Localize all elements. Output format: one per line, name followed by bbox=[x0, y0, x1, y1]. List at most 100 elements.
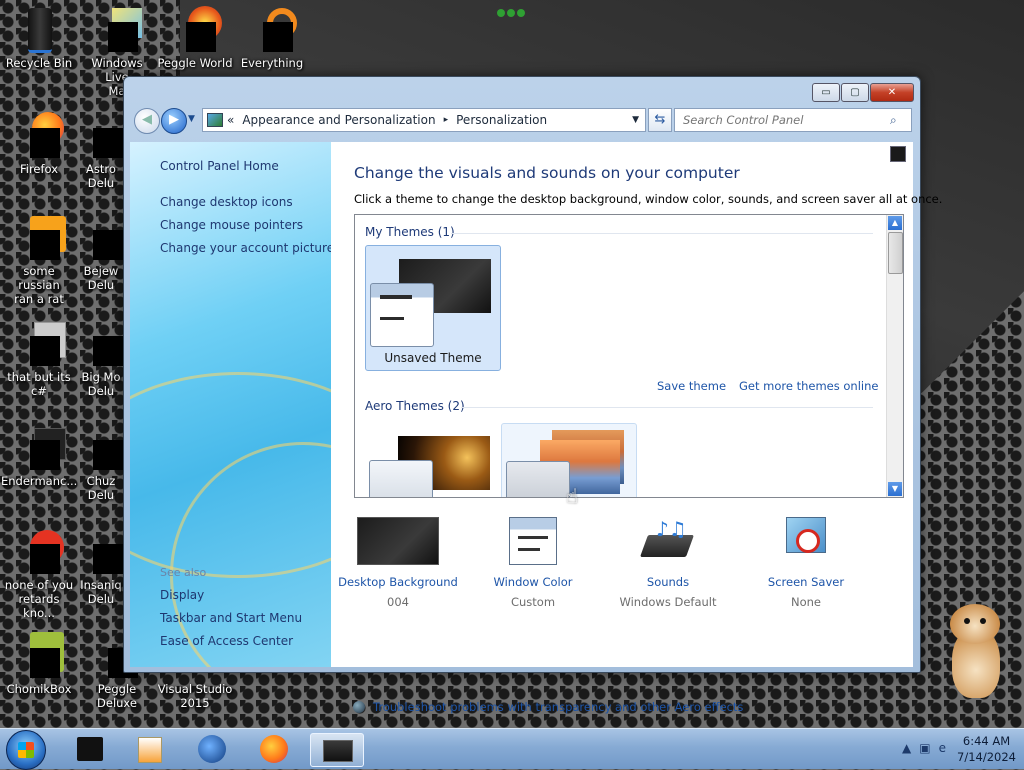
notification-area: ▲ ▣ e bbox=[902, 741, 946, 755]
breadcrumb-separator[interactable]: ▸ bbox=[444, 115, 449, 125]
ease-of-access-link[interactable]: Ease of Access Center bbox=[160, 634, 293, 648]
desktop-icon-bejeweled[interactable]: Bejew Delu bbox=[79, 214, 123, 292]
screen-saver-setting[interactable]: Screen Saver None bbox=[741, 517, 871, 609]
window-color-label: Window Color bbox=[493, 575, 573, 589]
firefox-icon bbox=[16, 112, 64, 158]
breadcrumb-overflow[interactable]: « bbox=[227, 113, 234, 127]
show-hidden-icons-button[interactable]: ▲ bbox=[902, 741, 911, 755]
back-button[interactable]: ◀ bbox=[134, 108, 160, 134]
search-input[interactable] bbox=[681, 112, 890, 128]
refresh-icon: ⇆ bbox=[654, 112, 666, 127]
desktop-icon-chomikbox[interactable]: ChomikBox bbox=[1, 632, 77, 696]
troubleshoot-label: Troubleshoot problems with transparency … bbox=[373, 700, 744, 714]
get-more-themes-link[interactable]: Get more themes online bbox=[739, 379, 878, 393]
recycle-bin-icon bbox=[16, 6, 62, 53]
clock-date: 7/14/2024 bbox=[957, 750, 1016, 764]
app-icon bbox=[16, 528, 64, 574]
address-bar[interactable]: « Appearance and Personalization ▸ Perso… bbox=[202, 108, 646, 132]
desktop-background-setting[interactable]: Desktop Background 004 bbox=[333, 517, 463, 609]
refresh-button[interactable]: ⇆ bbox=[648, 108, 672, 132]
clock[interactable]: 6:44 AM 7/14/2024 bbox=[957, 733, 1016, 765]
desktop-icon-everything[interactable]: Everything bbox=[234, 6, 310, 70]
desktop-icon-peggle-world[interactable]: Peggle World bbox=[157, 6, 233, 70]
search-box[interactable]: ⌕ bbox=[674, 108, 912, 132]
change-desktop-icons-link[interactable]: Change desktop icons bbox=[160, 195, 293, 209]
hamster-gadget[interactable] bbox=[942, 600, 1008, 706]
search-icon[interactable]: ⌕ bbox=[890, 113, 897, 128]
window-color-icon bbox=[509, 517, 557, 569]
adobe-app-icon bbox=[16, 214, 66, 260]
desktop-background-icon bbox=[357, 517, 439, 569]
close-button[interactable]: ✕ bbox=[870, 83, 914, 102]
scroll-down-icon[interactable]: ▼ bbox=[888, 482, 902, 496]
change-account-picture-link[interactable]: Change your account picture bbox=[160, 241, 331, 255]
theme-window-preview bbox=[370, 283, 434, 347]
divider bbox=[461, 407, 873, 408]
network-icon[interactable]: ▣ bbox=[919, 741, 930, 755]
taskbar-app-globe[interactable] bbox=[186, 733, 238, 765]
desktop-icon-some-russian[interactable]: some russian ran a rat bbox=[1, 214, 77, 306]
desktop-icon-endermanch[interactable]: Endermanc... bbox=[1, 424, 77, 488]
page-description: Click a theme to change the desktop back… bbox=[354, 192, 943, 206]
address-dropdown-icon[interactable]: ▼ bbox=[632, 115, 639, 125]
taskbar-app-personalization[interactable] bbox=[310, 733, 364, 767]
theme-window-preview bbox=[369, 460, 433, 497]
troubleshoot-link[interactable]: Troubleshoot problems with transparency … bbox=[353, 700, 743, 714]
my-themes-header: My Themes (1) bbox=[365, 225, 455, 239]
taskbar: ▲ ▣ e 6:44 AM 7/14/2024 bbox=[0, 728, 1024, 770]
game-icon bbox=[79, 214, 123, 260]
start-button[interactable] bbox=[6, 730, 46, 770]
sounds-setting[interactable]: ♪♫ Sounds Windows Default bbox=[603, 517, 733, 609]
firefox-icon bbox=[260, 735, 288, 763]
sounds-label: Sounds bbox=[646, 575, 690, 589]
window-controls: ▭ ▢ ✕ bbox=[811, 83, 914, 102]
window-color-value: Custom bbox=[510, 595, 556, 609]
divider bbox=[451, 233, 873, 234]
scroll-thumb[interactable] bbox=[888, 232, 903, 274]
save-theme-link[interactable]: Save theme bbox=[657, 379, 726, 393]
taskbar-start-menu-link[interactable]: Taskbar and Start Menu bbox=[160, 611, 302, 625]
breadcrumb-appearance[interactable]: Appearance and Personalization bbox=[242, 113, 435, 127]
taskbar-app-recycle[interactable] bbox=[64, 733, 116, 765]
desktop-icon-firefox[interactable]: Firefox bbox=[1, 112, 77, 176]
display-link[interactable]: Display bbox=[160, 588, 204, 602]
forward-button[interactable]: ▶ bbox=[161, 108, 187, 134]
see-also-heading: See also bbox=[160, 566, 207, 579]
troubleshoot-icon bbox=[353, 701, 365, 713]
game-icon bbox=[79, 424, 123, 470]
chomikbox-icon bbox=[16, 632, 64, 678]
theme-window-preview bbox=[506, 461, 570, 497]
desktop-background-label: Desktop Background bbox=[338, 575, 458, 589]
theme-list: My Themes (1) Unsaved Theme Save theme G… bbox=[354, 214, 904, 498]
taskbar-app-firefox[interactable] bbox=[248, 733, 300, 765]
breadcrumb-personalization[interactable]: Personalization bbox=[456, 113, 547, 127]
window-color-setting[interactable]: Window Color Custom bbox=[468, 517, 598, 609]
control-panel-home-link[interactable]: Control Panel Home bbox=[160, 159, 279, 173]
desktop-icon-that-but-its-cs[interactable]: that but its c# bbox=[1, 320, 77, 398]
ie-icon[interactable]: e bbox=[939, 741, 946, 755]
recent-pages-dropdown[interactable]: ▼ bbox=[188, 114, 195, 124]
theme-unsaved[interactable]: Unsaved Theme bbox=[365, 245, 501, 371]
scroll-up-icon[interactable]: ▲ bbox=[888, 216, 902, 230]
desktop-icon-astro[interactable]: Astro Delu bbox=[79, 112, 123, 190]
desktop-icon-chuzzle[interactable]: Chuz Delu bbox=[79, 424, 123, 502]
forward-arrow-icon: ▶ bbox=[169, 112, 179, 127]
theme-list-scrollbar[interactable]: ▲ ▼ bbox=[886, 215, 903, 497]
hand-cursor-icon: ☝ bbox=[566, 484, 579, 508]
minimize-button[interactable]: ▭ bbox=[812, 83, 840, 102]
navigation-bar: ◀ ▶ ▼ « Appearance and Personalization ▸… bbox=[132, 107, 912, 134]
globe-icon bbox=[198, 735, 226, 763]
screen-saver-icon bbox=[782, 517, 830, 569]
maximize-button[interactable]: ▢ bbox=[841, 83, 869, 102]
desktop-icon-insaniquarium[interactable]: Insaniq Delu bbox=[79, 528, 123, 606]
screen-saver-value: None bbox=[790, 595, 821, 609]
change-mouse-pointers-link[interactable]: Change mouse pointers bbox=[160, 218, 303, 232]
desktop-icon-recycle-bin[interactable]: Recycle Bin bbox=[1, 6, 77, 70]
media-player-icon bbox=[138, 737, 162, 763]
help-icon[interactable] bbox=[890, 146, 906, 162]
main-content: Change the visuals and sounds on your co… bbox=[331, 142, 942, 714]
desktop-icon-none-of-you[interactable]: none of you retards kno... bbox=[1, 528, 77, 620]
taskbar-app-media[interactable] bbox=[124, 733, 176, 765]
theme-aero-1[interactable] bbox=[365, 423, 499, 497]
desktop-icon-big-money[interactable]: Big Mo Delu bbox=[79, 320, 123, 398]
